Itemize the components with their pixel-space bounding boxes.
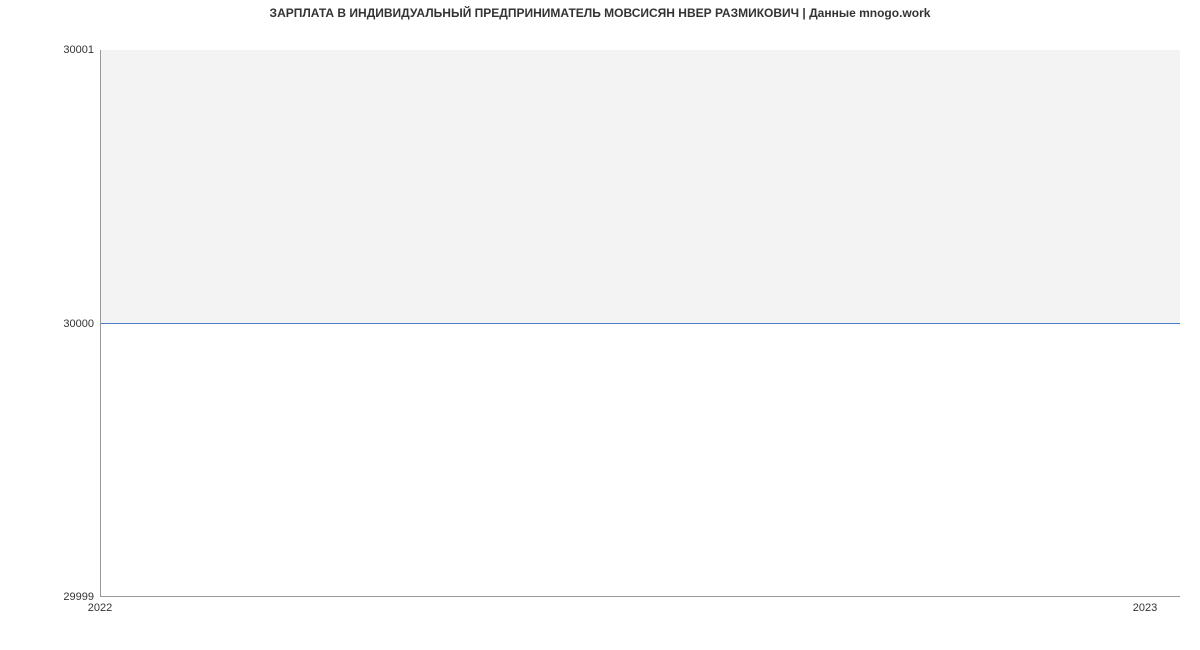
salary-chart: ЗАРПЛАТА В ИНДИВИДУАЛЬНЫЙ ПРЕДПРИНИМАТЕЛ… xyxy=(0,0,1200,650)
salary-line xyxy=(101,323,1180,324)
area-fill-upper xyxy=(101,50,1180,323)
x-tick-2023: 2023 xyxy=(1133,602,1157,614)
y-tick-30000: 30000 xyxy=(63,318,94,330)
plot-area xyxy=(100,50,1180,597)
area-fill-lower xyxy=(101,323,1180,596)
chart-title: ЗАРПЛАТА В ИНДИВИДУАЛЬНЫЙ ПРЕДПРИНИМАТЕЛ… xyxy=(0,6,1200,20)
x-tick-2022: 2022 xyxy=(88,602,112,614)
y-tick-30001: 30001 xyxy=(63,44,94,56)
